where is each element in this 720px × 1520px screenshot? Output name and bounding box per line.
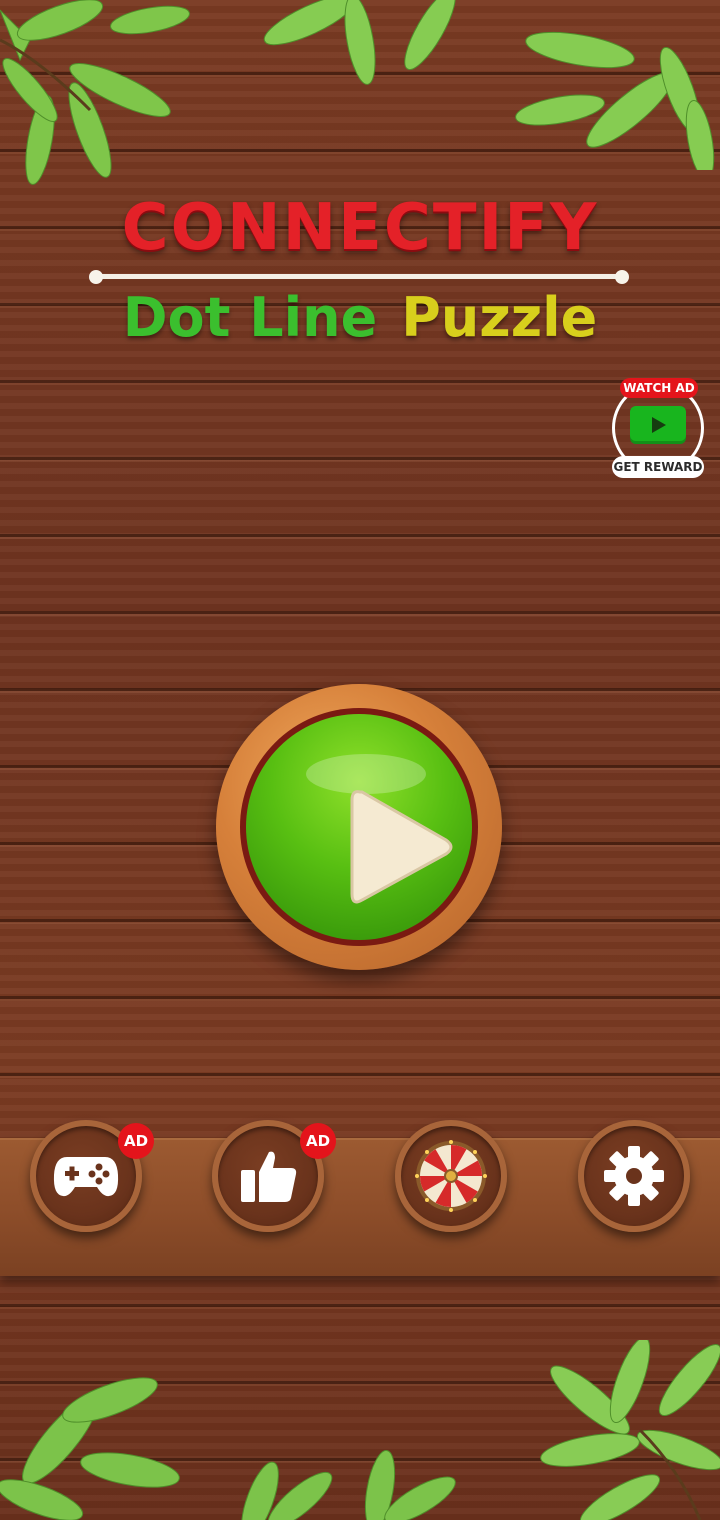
play-icon	[350, 790, 453, 904]
subtitle-puzzle: Puzzle	[401, 286, 598, 349]
gamepad-icon	[53, 1157, 119, 1197]
divider-left-dot	[89, 270, 103, 284]
game-subtitle: Dot Line Puzzle	[0, 286, 720, 350]
rate-ad-badge: AD	[300, 1123, 336, 1159]
play-button-face	[246, 714, 472, 940]
title-text: CONNECTIFY	[121, 191, 599, 265]
leaves-bottom-left-decoration	[0, 1377, 456, 1520]
prize-wheel-icon	[415, 1140, 487, 1212]
game-title: CONNECTIFY	[0, 190, 720, 266]
watch-ad-reward-button[interactable]: WATCH AD GET REWARD	[610, 376, 706, 480]
leaves-bottom-right-decoration	[540, 1340, 720, 1520]
leaves-top-right-decoration	[263, 0, 715, 170]
more-games-ad-badge: AD	[118, 1123, 154, 1159]
title-divider	[96, 274, 622, 279]
divider-right-dot	[615, 270, 629, 284]
gear-icon	[604, 1146, 664, 1206]
play-button[interactable]	[216, 684, 502, 970]
subtitle-dot-line: Dot Line	[122, 286, 378, 349]
get-reward-label: GET REWARD	[612, 456, 704, 478]
settings-button[interactable]	[578, 1120, 690, 1232]
video-play-icon	[630, 406, 686, 444]
lucky-spin-button[interactable]	[395, 1120, 507, 1232]
leaves-top-left-decoration	[0, 0, 190, 185]
watch-ad-label: WATCH AD	[620, 378, 698, 398]
thumbs-up-icon	[241, 1151, 297, 1202]
